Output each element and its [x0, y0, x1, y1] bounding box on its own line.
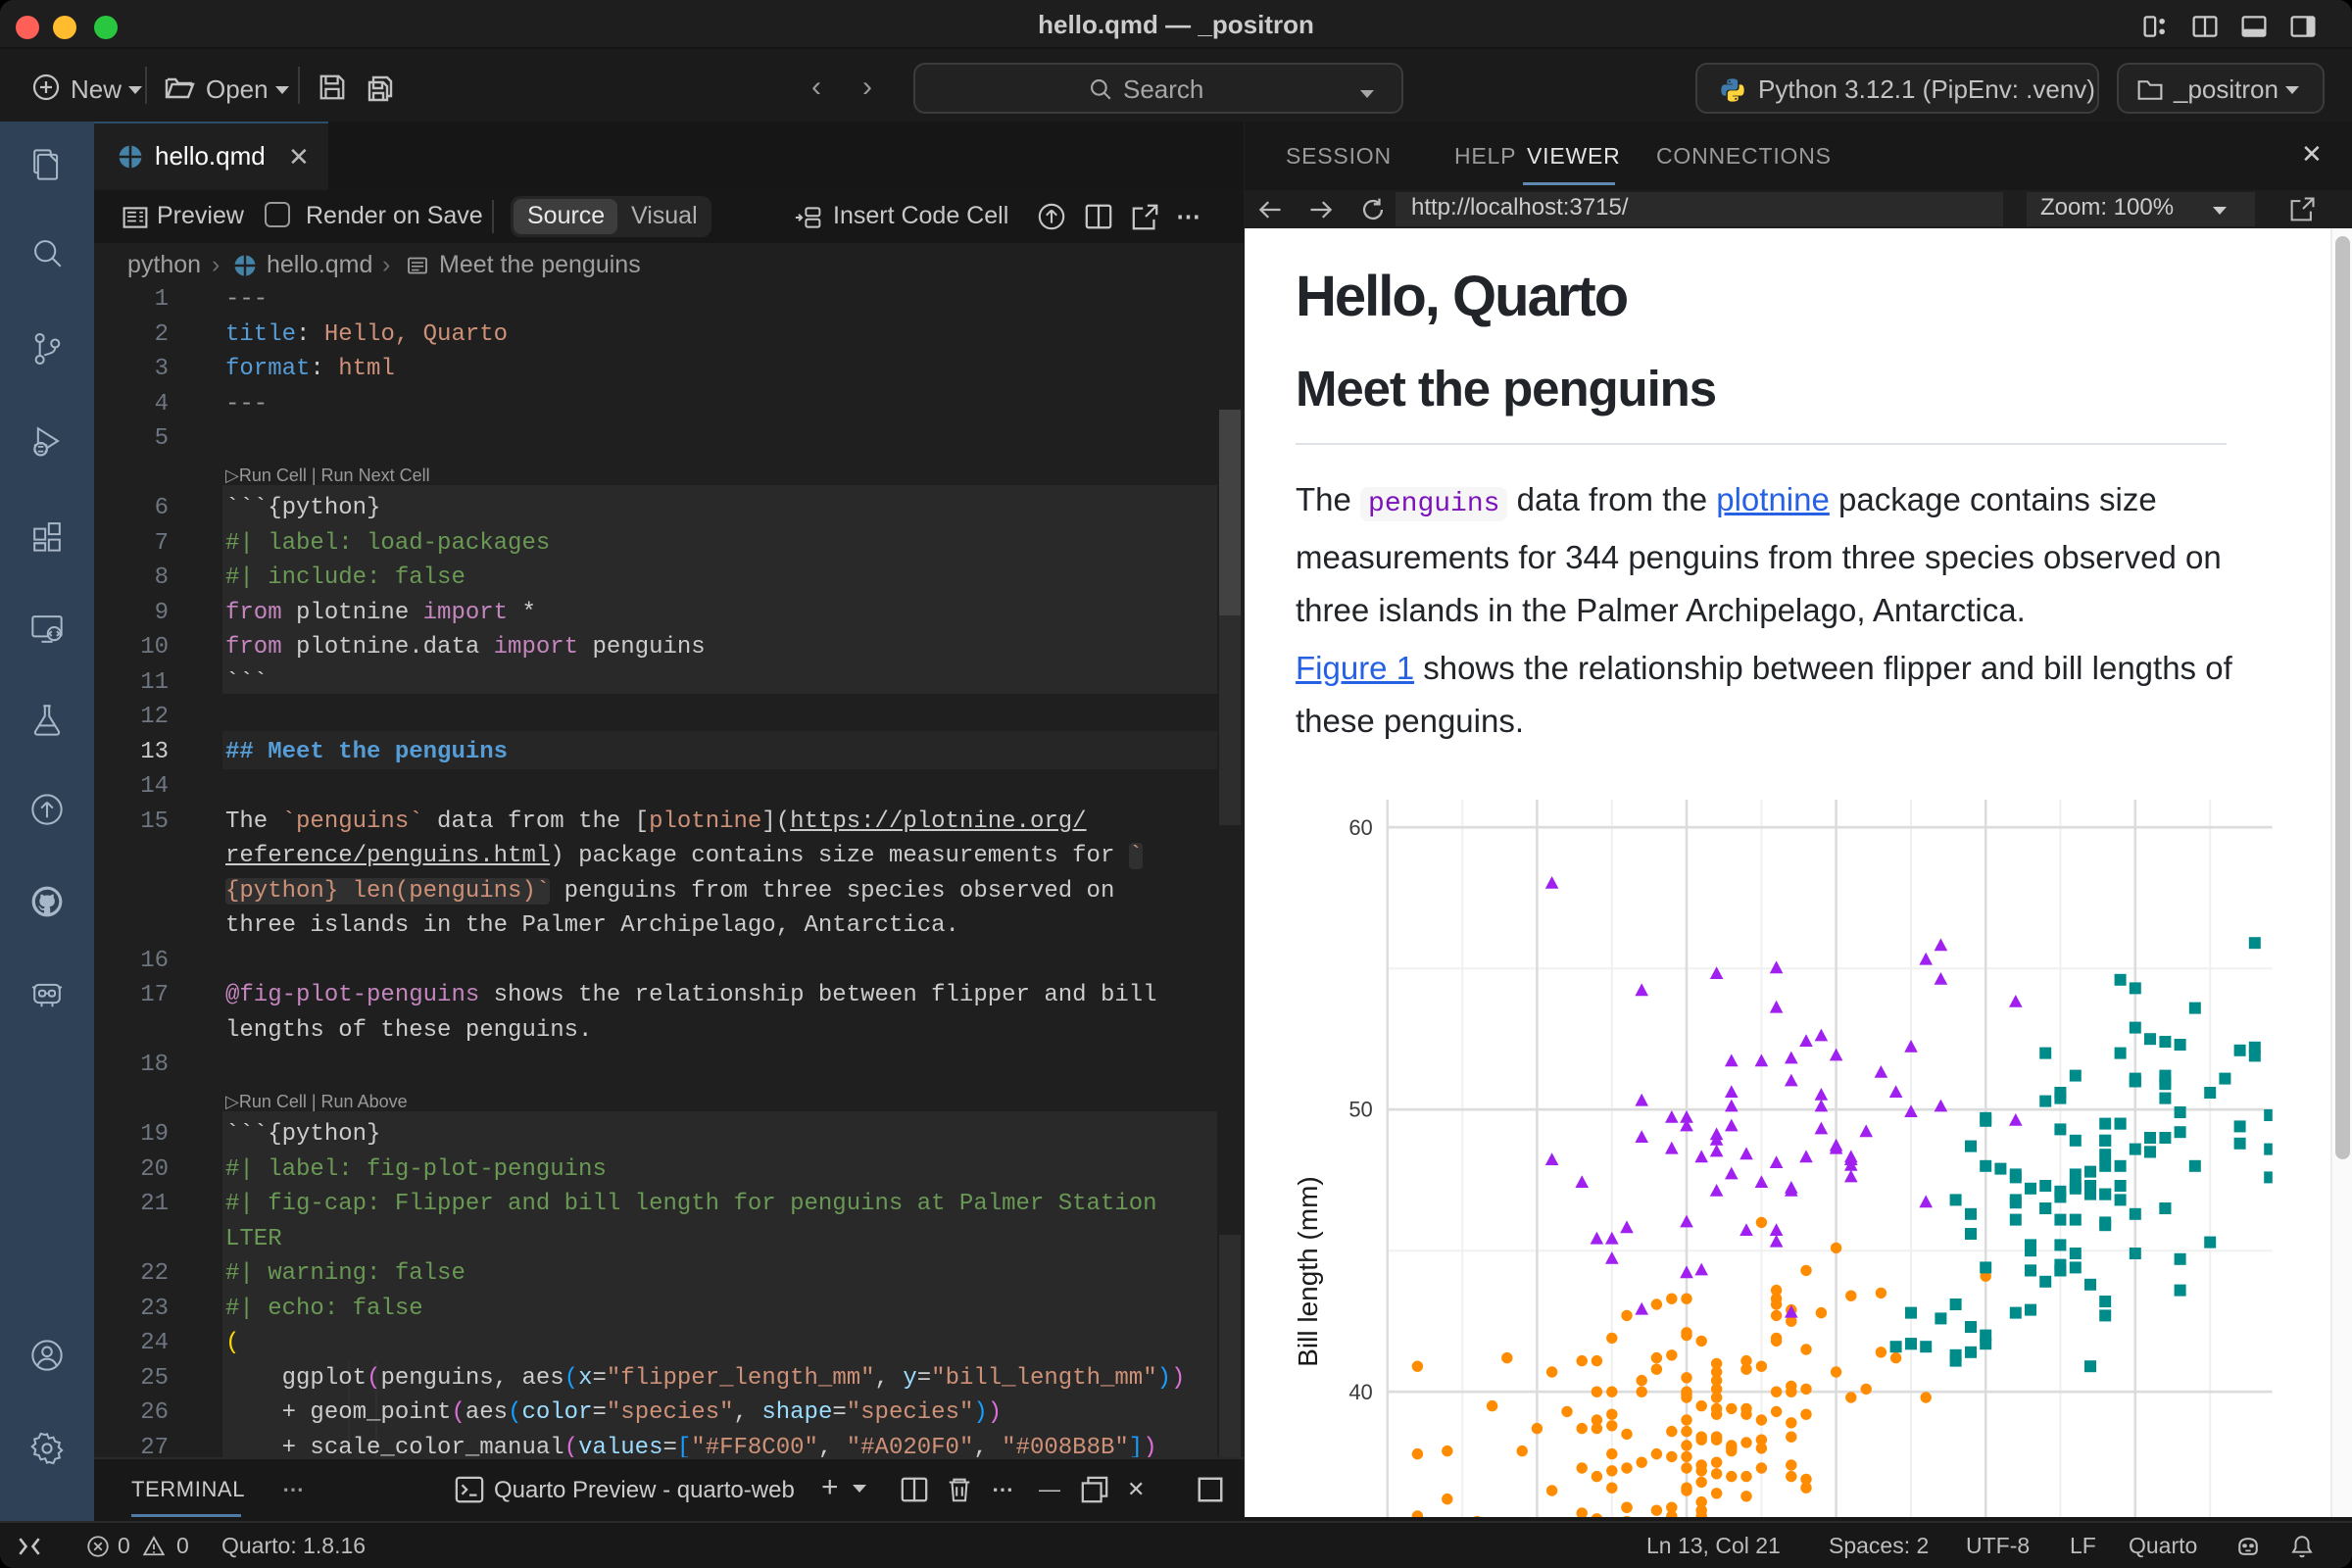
svg-text:40: 40	[1348, 1380, 1372, 1404]
svg-text:60: 60	[1348, 815, 1372, 840]
svg-text:Bill length (mm): Bill length (mm)	[1293, 1176, 1323, 1366]
svg-text:50: 50	[1348, 1098, 1372, 1122]
